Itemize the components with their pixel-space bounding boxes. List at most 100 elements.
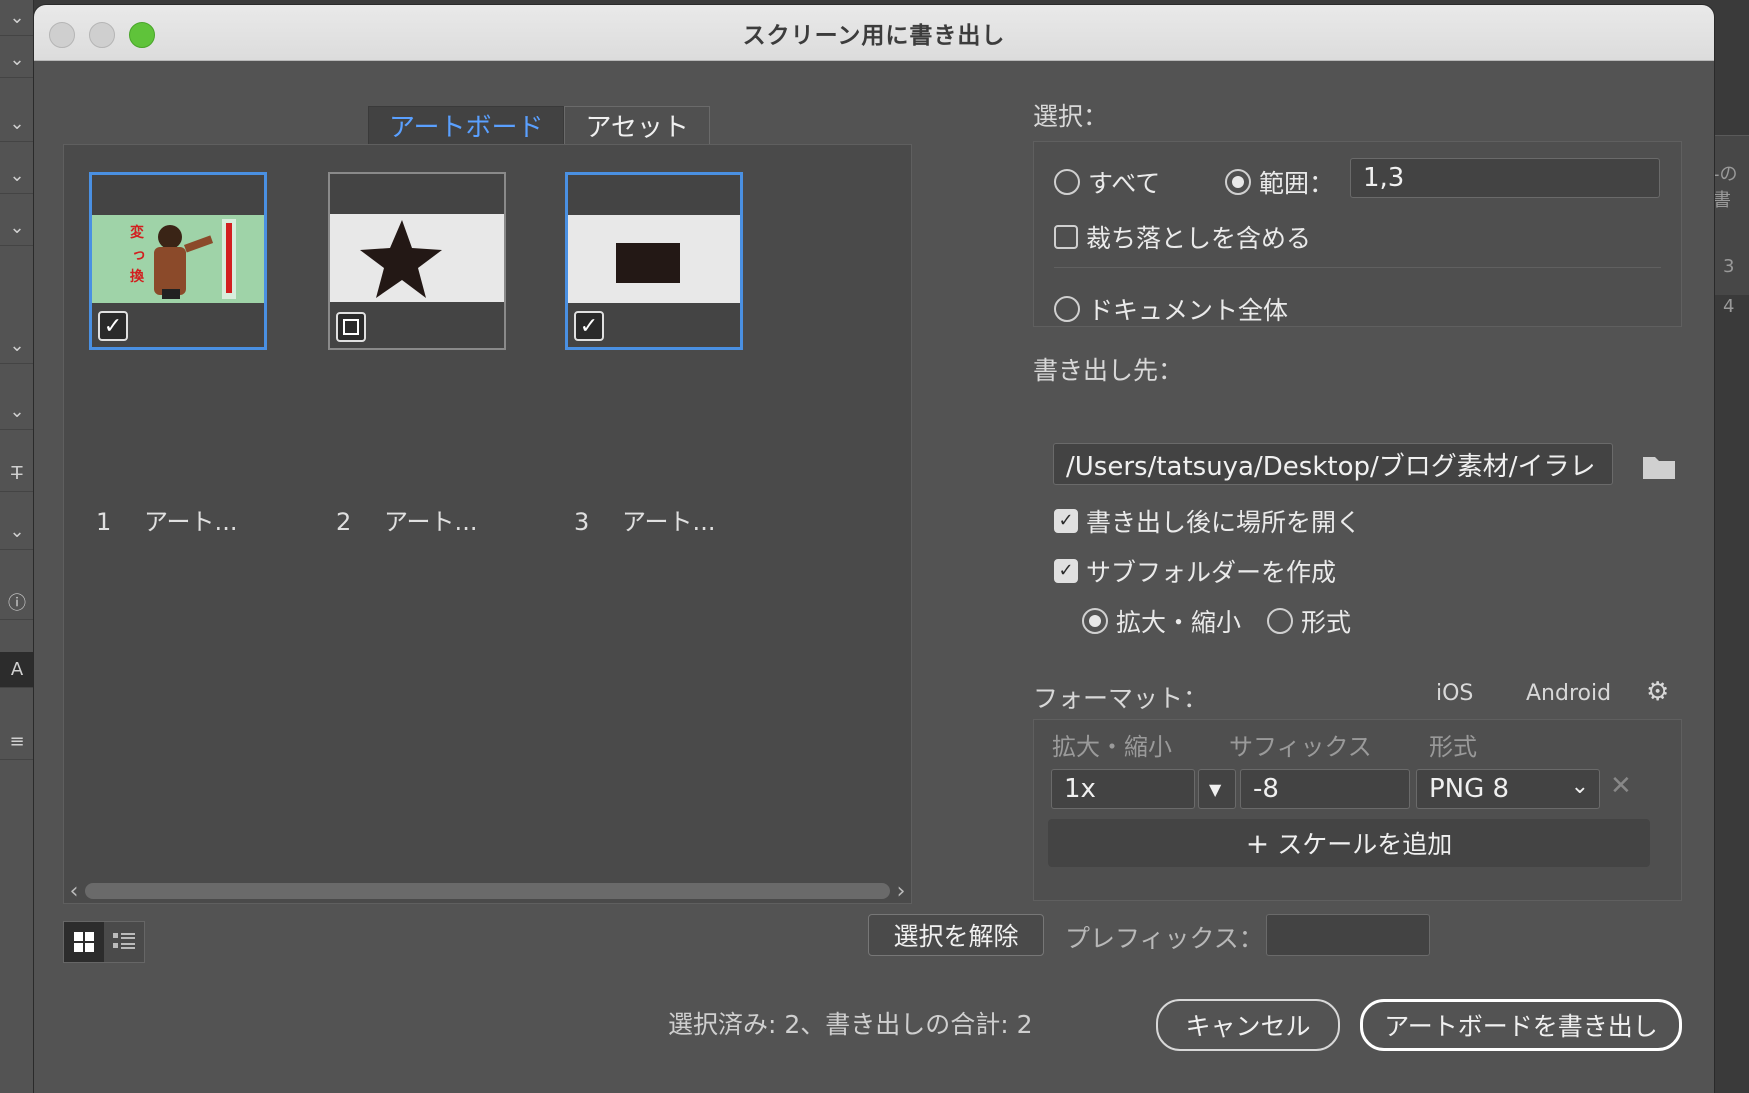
range-radio-option[interactable]: 範囲： xyxy=(1225,164,1334,200)
artboard-name: アート... xyxy=(622,508,716,536)
export-artboards-button[interactable]: アートボードを書き出し xyxy=(1360,999,1682,1051)
divider xyxy=(1054,267,1661,268)
ios-preset-button[interactable]: iOS xyxy=(1436,681,1473,706)
view-toggle xyxy=(63,921,145,963)
artboard-name: アート... xyxy=(144,508,238,536)
artboard-preview xyxy=(568,215,740,303)
deselect-button[interactable]: 選択を解除 xyxy=(868,914,1044,956)
svg-text:っ: っ xyxy=(132,247,146,263)
artboard-checkbox[interactable]: ✓ xyxy=(98,311,128,341)
list-grid-icon xyxy=(113,933,135,949)
rectangle-icon xyxy=(616,243,680,283)
scale-dropdown-button[interactable]: ▼ xyxy=(1198,769,1236,809)
chevron-down-icon[interactable]: ⌄ xyxy=(0,0,34,36)
tab-bar: アートボード アセット xyxy=(368,106,710,144)
artboard-thumbnail[interactable]: 変 っ 換 ✓ xyxy=(89,172,267,350)
all-radio-option[interactable]: すべて xyxy=(1054,164,1160,200)
status-text: 選択済み: 2、書き出しの合計: 2 xyxy=(668,1010,1033,1039)
subfolder-format-label: 形式 xyxy=(1301,608,1352,637)
create-subfolder-label: サブフォルダーを作成 xyxy=(1086,558,1337,587)
android-preset-button[interactable]: Android xyxy=(1526,681,1611,706)
range-label: 範囲： xyxy=(1259,169,1335,198)
radio-icon xyxy=(1225,169,1251,195)
artboard-number: 2 xyxy=(336,508,352,536)
character-style-icon[interactable]: A xyxy=(0,652,34,688)
all-label: すべて xyxy=(1088,169,1161,198)
suffix-input[interactable]: -8 xyxy=(1240,769,1410,809)
checkbox-icon: ✓ xyxy=(1054,559,1078,583)
window-title: スクリーン用に書き出し xyxy=(742,22,1006,49)
column-header-format: 形式 xyxy=(1429,733,1477,761)
add-scale-label: スケールを追加 xyxy=(1277,830,1453,859)
artboard-preview: 変 っ 換 xyxy=(92,215,264,303)
background-text: -の書 xyxy=(1713,164,1738,211)
artboard-checkbox[interactable] xyxy=(336,312,366,342)
large-grid-view-button[interactable] xyxy=(64,922,104,962)
chevron-right-icon[interactable]: › xyxy=(890,879,912,904)
chevron-down-icon[interactable]: ⌄ xyxy=(0,158,34,194)
subfolder-by-scale-radio[interactable]: 拡大・縮小 xyxy=(1082,603,1241,639)
background-text: 3 xyxy=(1723,256,1735,277)
subfolder-scale-label: 拡大・縮小 xyxy=(1116,608,1242,637)
radio-icon xyxy=(1054,169,1080,195)
export-path-input[interactable]: /Users/tatsuya/Desktop/ブログ素材/イラレ xyxy=(1053,443,1613,485)
full-document-radio-option[interactable]: ドキュメント全体 xyxy=(1054,291,1288,327)
gear-icon[interactable]: ⚙ xyxy=(1646,677,1669,707)
horizontal-scrollbar[interactable]: ‹ › xyxy=(63,879,912,904)
export-to-heading: 書き出し先： xyxy=(1033,356,1184,385)
chevron-down-icon[interactable]: ⌄ xyxy=(0,42,34,78)
artboard-label: 3 アート... xyxy=(574,502,715,537)
format-select[interactable]: PNG 8 ⌄ xyxy=(1416,769,1600,809)
chevron-down-icon[interactable]: ⌄ xyxy=(0,106,34,142)
strikethrough-text-icon[interactable]: T̶ xyxy=(0,456,34,492)
export-for-screens-dialog: スクリーン用に書き出し アートボード アセット 変 っ 換 ✓ 1 アート...… xyxy=(34,5,1714,1093)
range-input[interactable]: 1,3 xyxy=(1350,158,1660,198)
chevron-down-icon[interactable]: ⌄ xyxy=(0,328,34,364)
artboard-checkbox[interactable]: ✓ xyxy=(574,311,604,341)
tab-artboards[interactable]: アートボード xyxy=(368,106,565,144)
menu-lines-icon[interactable]: ≡ xyxy=(0,724,34,760)
selection-heading: 選択： xyxy=(1033,102,1109,131)
subfolder-by-format-radio[interactable]: 形式 xyxy=(1267,603,1351,639)
chevron-down-icon: ⌄ xyxy=(1570,774,1589,799)
background-panel: -の書 3 4 xyxy=(1709,135,1749,317)
chevron-down-icon[interactable]: ⌄ xyxy=(0,210,34,246)
chevron-down-icon[interactable]: ⌄ xyxy=(0,514,34,550)
close-button[interactable] xyxy=(49,22,75,48)
prefix-label: プレフィックス： xyxy=(1065,924,1264,953)
artboard-thumbnail[interactable]: ✓ xyxy=(565,172,743,350)
artboard-label: 2 アート... xyxy=(336,502,477,537)
small-grid-view-button[interactable] xyxy=(104,922,144,962)
scale-input[interactable]: 1x xyxy=(1051,769,1195,809)
svg-text:換: 換 xyxy=(130,268,145,285)
prefix-input[interactable] xyxy=(1266,914,1430,956)
folder-icon[interactable] xyxy=(1641,451,1677,485)
include-bleed-option[interactable]: 裁ち落としを含める xyxy=(1054,219,1311,255)
info-icon[interactable]: ⓘ xyxy=(0,584,34,620)
minimize-button[interactable] xyxy=(89,22,115,48)
create-subfolder-option[interactable]: ✓ サブフォルダーを作成 xyxy=(1054,553,1336,589)
include-bleed-label: 裁ち落としを含める xyxy=(1086,224,1312,253)
title-bar: スクリーン用に書き出し xyxy=(34,5,1714,61)
folder-icon-svg xyxy=(1643,457,1675,479)
app-toolbar-strip: ⌄ ⌄ ⌄ ⌄ ⌄ ⌄ ⌄ T̶ ⌄ ⓘ A ≡ xyxy=(0,0,34,1093)
plus-icon: + xyxy=(1245,826,1270,860)
tab-assets[interactable]: アセット xyxy=(564,106,710,144)
remove-scale-icon[interactable]: ✕ xyxy=(1610,771,1632,801)
chevron-left-icon[interactable]: ‹ xyxy=(63,879,85,904)
add-scale-button[interactable]: + スケールを追加 xyxy=(1048,819,1650,867)
chevron-down-icon[interactable]: ⌄ xyxy=(0,394,34,430)
grid-icon xyxy=(74,932,94,952)
scroll-thumb[interactable] xyxy=(85,883,890,899)
radio-icon xyxy=(1267,608,1293,634)
star-icon xyxy=(360,220,442,298)
zoom-button[interactable] xyxy=(129,22,155,48)
artboard-label: 1 アート... xyxy=(96,502,237,537)
artboard-thumbnail[interactable] xyxy=(328,172,506,350)
open-after-export-option[interactable]: ✓ 書き出し後に場所を開く xyxy=(1054,503,1361,539)
formats-heading: フォーマット： xyxy=(1033,684,1209,713)
cancel-button[interactable]: キャンセル xyxy=(1156,999,1340,1051)
open-after-export-label: 書き出し後に場所を開く xyxy=(1086,508,1362,537)
checkbox-icon: ✓ xyxy=(1054,509,1078,533)
artboard-number: 1 xyxy=(96,508,112,536)
